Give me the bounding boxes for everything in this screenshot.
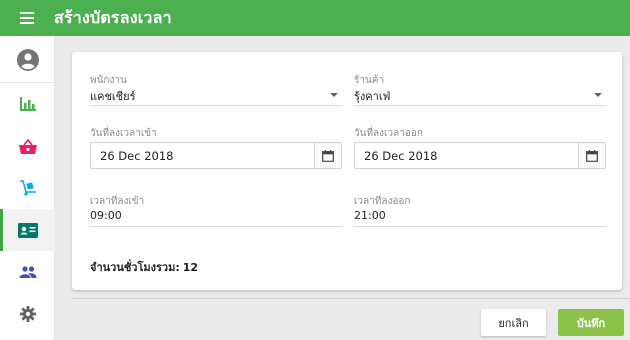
sidebar-item-profile[interactable] [0,39,55,81]
time-in-input[interactable]: 09:00 [90,209,122,222]
date-out-calendar-button[interactable] [578,143,605,168]
total-hours-label: จำนวนชั่วโมงรวม: [90,261,180,274]
hamburger-icon [20,12,34,24]
employee-dropdown-caret-icon[interactable] [330,93,338,97]
store-dropdown-caret-icon[interactable] [594,93,602,97]
sidebar-item-settings[interactable] [0,293,55,335]
calendar-icon [586,149,598,162]
employee-label: พนักงาน [90,75,127,86]
people-icon [19,266,36,278]
account-circle-icon [16,49,39,71]
bar-chart-icon [19,97,36,111]
date-in-picker: 26 Dec 2018 [90,142,342,169]
calendar-icon [322,149,334,162]
save-button[interactable]: บันทึก [558,309,624,336]
time-out-input[interactable]: 21:00 [354,209,386,222]
id-card-icon [17,222,38,238]
page-title: สร้างบัตรลงเวลา [54,7,172,27]
date-in-calendar-button[interactable] [314,143,341,168]
total-hours-value: 12 [182,261,199,274]
store-label: ร้านค้า [354,75,385,86]
sidebar-item-sales[interactable] [0,125,55,167]
timecard-form: พนักงาน แคชเชียร์ ร้านค้า รุ้งคาเฟ่ วันท… [72,52,622,290]
employee-select[interactable]: แคชเชียร์ [90,87,136,105]
employee-underline [90,105,342,106]
store-underline [354,105,606,106]
sidebar [0,36,55,340]
total-hours: จำนวนชั่วโมงรวม: 12 [90,258,198,276]
hand-truck-icon [19,180,36,196]
date-in-label: วันที่ลงเวลาเข้า [90,128,157,139]
footer-divider [72,298,630,299]
time-out-label: เวลาที่ลงออก [354,196,411,207]
time-in-underline [90,226,342,227]
hamburger-menu-button[interactable] [0,0,54,36]
cancel-button[interactable]: ยกเลิก [481,309,546,336]
time-in-label: เวลาที่ลงเข้า [90,196,145,207]
date-out-picker: 26 Dec 2018 [354,142,606,169]
sidebar-item-timecards[interactable] [0,209,55,251]
date-out-label: วันที่ลงเวลาออก [354,128,423,139]
settings-icon [19,306,36,322]
date-in-input[interactable]: 26 Dec 2018 [91,143,314,168]
sidebar-item-employees[interactable] [0,251,55,293]
time-out-underline [354,226,606,227]
shopping-basket-icon [18,138,37,154]
sidebar-item-inventory[interactable] [0,167,55,209]
main-content: พนักงาน แคชเชียร์ ร้านค้า รุ้งคาเฟ่ วันท… [56,36,630,340]
sidebar-item-reports[interactable] [0,83,55,125]
date-out-input[interactable]: 26 Dec 2018 [355,143,578,168]
app-bar: สร้างบัตรลงเวลา [0,0,630,36]
store-select[interactable]: รุ้งคาเฟ่ [354,87,390,105]
